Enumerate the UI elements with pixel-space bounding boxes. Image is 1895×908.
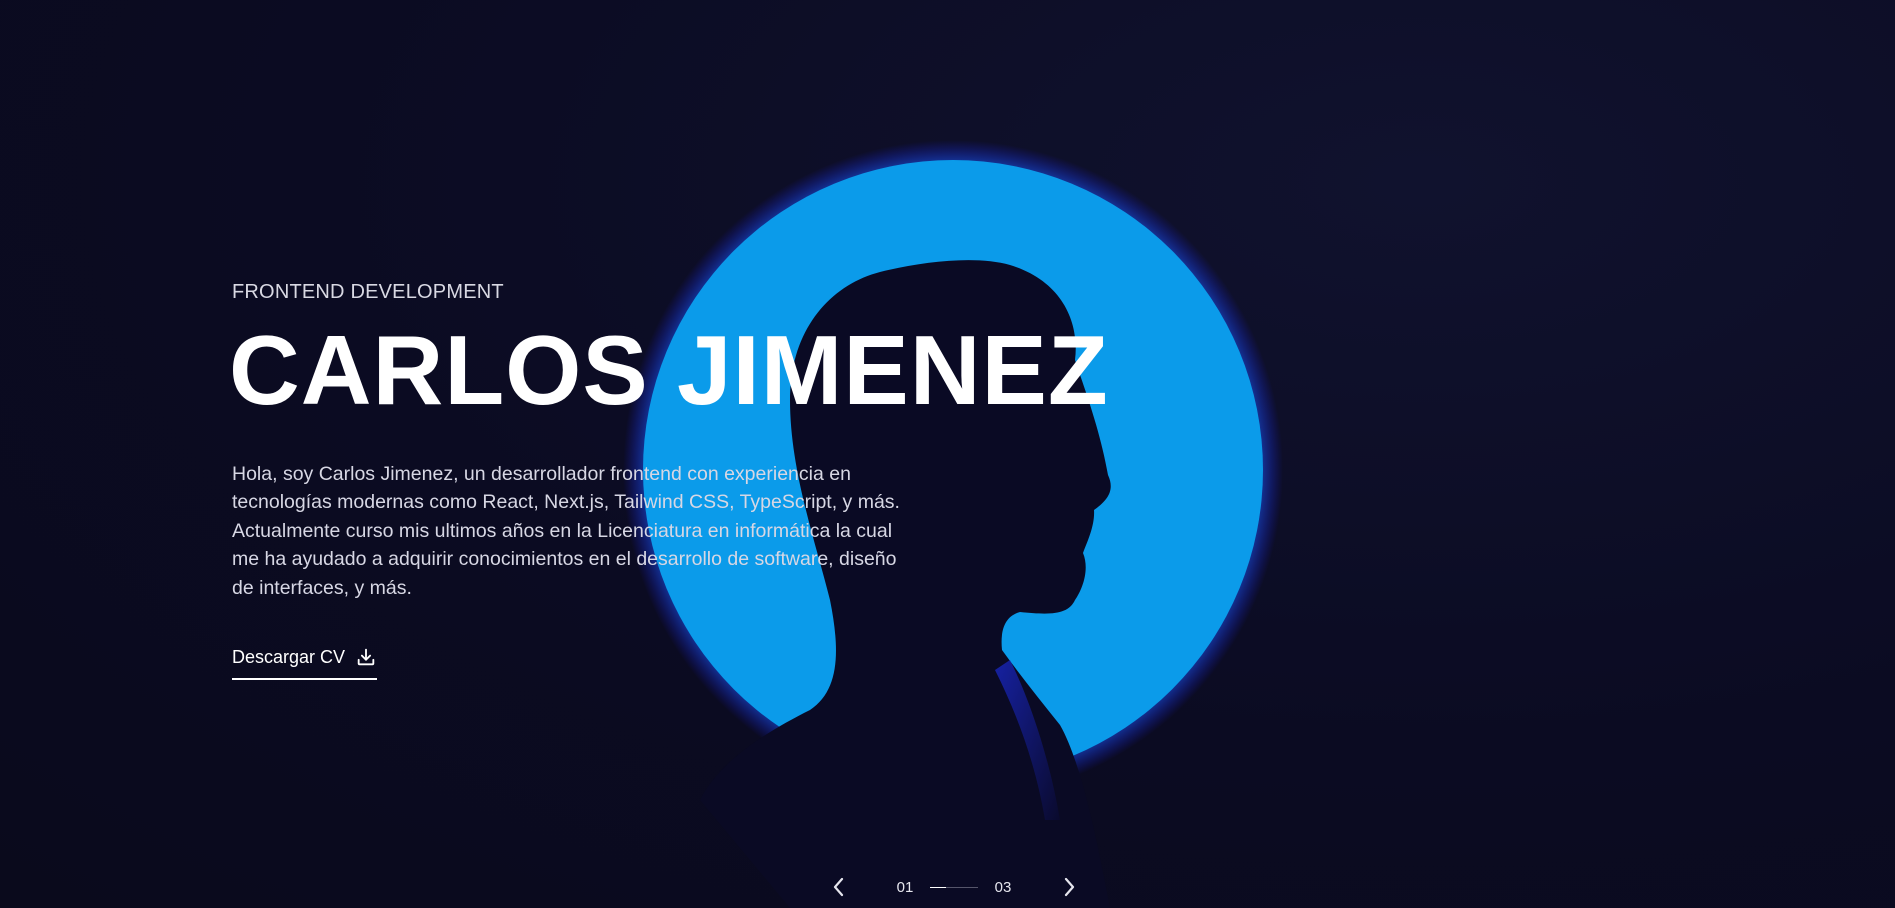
hero-title: CARLOS JIMENEZ: [229, 315, 1109, 425]
slide-total: 03: [994, 878, 1012, 896]
hero-content: FRONTEND DEVELOPMENT CARLOS JIMENEZ Hola…: [229, 280, 1132, 681]
chevron-left-icon: [833, 877, 844, 897]
hero-eyebrow: FRONTEND DEVELOPMENT: [232, 281, 504, 303]
slide-pager: 01 03: [826, 872, 1082, 902]
slide-progress-fill: [930, 886, 946, 888]
download-cv-button[interactable]: Descargar CV: [232, 646, 378, 681]
download-icon: [355, 646, 377, 668]
hero-section: FRONTEND DEVELOPMENT CARLOS JIMENEZ Hola…: [0, 0, 1895, 908]
download-cv-label: Descargar CV: [232, 646, 346, 667]
slide-progress-track: [930, 886, 978, 888]
chevron-right-icon: [1064, 877, 1075, 897]
hero-bio: Hola, soy Carlos Jimenez, un desarrollad…: [232, 463, 900, 599]
prev-slide-button[interactable]: [826, 874, 852, 900]
next-slide-button[interactable]: [1056, 874, 1082, 900]
slide-current: 01: [896, 878, 914, 896]
